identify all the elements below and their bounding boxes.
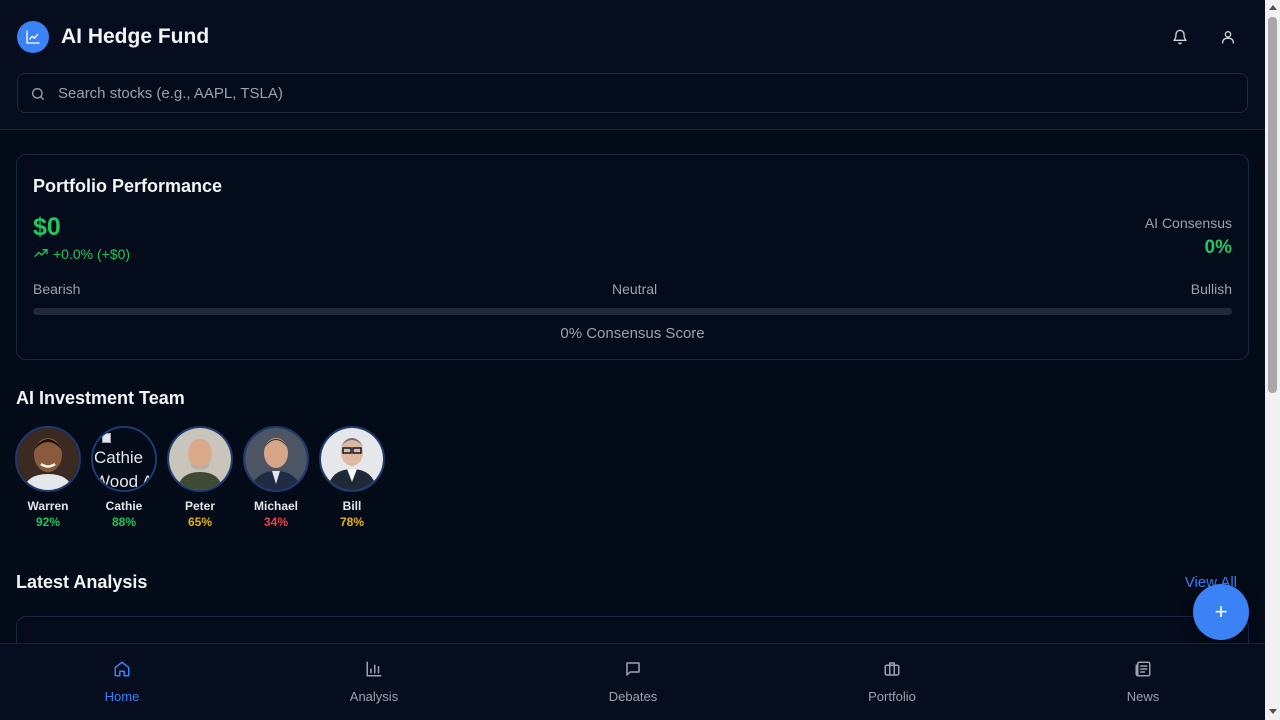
message-icon — [624, 660, 642, 678]
chart-line-icon — [17, 21, 49, 53]
avatar — [167, 426, 233, 492]
consensus-value: 0% — [1204, 237, 1232, 258]
page-scrollbar[interactable] — [1265, 0, 1280, 720]
briefcase-icon — [883, 660, 901, 678]
consensus-label: AI Consensus — [1144, 215, 1232, 231]
avatar — [15, 426, 81, 492]
member-score: 34% — [263, 515, 289, 529]
scale-bullish-label: Bullish — [1190, 281, 1232, 297]
nav-label: Home — [104, 689, 140, 704]
team-member-bill[interactable]: Bill 78% — [319, 426, 385, 529]
member-score: 92% — [35, 515, 61, 529]
scale-bearish-label: Bearish — [33, 281, 81, 297]
app-title: AI Hedge Fund — [61, 25, 210, 48]
member-score: 78% — [339, 515, 365, 529]
portfolio-change: +0.0% (+$0) — [33, 245, 130, 263]
app-header: AI Hedge Fund — [0, 0, 1265, 130]
image-alt-text: Cathie Wood A — [94, 448, 154, 491]
team-member-peter[interactable]: Peter 65% — [167, 426, 233, 529]
consensus-bar — [33, 308, 1232, 315]
search-bar — [17, 73, 1248, 113]
search-input[interactable] — [58, 74, 1238, 112]
nav-item-portfolio[interactable]: Portfolio — [832, 644, 952, 720]
portfolio-value: $0 — [33, 213, 61, 241]
nav-label: News — [1126, 689, 1160, 704]
bell-icon[interactable] — [1169, 26, 1191, 48]
portfolio-change-text: +0.0% (+$0) — [53, 246, 131, 262]
team-section-title: AI Investment Team — [16, 388, 185, 408]
trending-up-icon — [33, 245, 49, 264]
avatar — [319, 426, 385, 492]
broken-image-icon — [102, 433, 111, 443]
member-name: Peter — [184, 499, 216, 513]
member-name: Michael — [253, 499, 298, 513]
search-icon — [30, 86, 46, 102]
scrollbar-thumb[interactable] — [1268, 17, 1277, 393]
newspaper-icon — [1134, 660, 1152, 678]
team-member-michael[interactable]: Michael 34% — [243, 426, 309, 529]
member-name: Bill — [342, 499, 362, 513]
scale-neutral-label: Neutral — [612, 281, 658, 297]
user-icon[interactable] — [1217, 26, 1239, 48]
nav-label: Analysis — [349, 689, 399, 704]
nav-item-home[interactable]: Home — [62, 644, 182, 720]
nav-item-analysis[interactable]: Analysis — [314, 644, 434, 720]
team-member-warren[interactable]: Warren 92% — [15, 426, 81, 529]
nav-item-debates[interactable]: Debates — [573, 644, 693, 720]
consensus-score-text: 0% Consensus Score — [560, 325, 705, 342]
bar-chart-icon — [365, 660, 383, 678]
member-name: Cathie — [105, 499, 143, 513]
home-icon — [113, 660, 131, 678]
nav-label: Portfolio — [868, 689, 916, 704]
team-member-cathie[interactable]: Cathie Wood A Cathie 88% — [91, 426, 157, 529]
scroll-up-icon[interactable] — [1269, 5, 1277, 10]
add-button[interactable]: + — [1193, 584, 1249, 640]
avatar: Cathie Wood A — [91, 426, 157, 492]
nav-label: Debates — [608, 689, 658, 704]
bottom-nav: Home Analysis Debates Portfolio News — [0, 643, 1265, 720]
member-score: 65% — [187, 515, 213, 529]
analysis-section-title: Latest Analysis — [16, 572, 148, 592]
card-title: Portfolio Performance — [33, 176, 223, 196]
nav-item-news[interactable]: News — [1083, 644, 1203, 720]
member-name: Warren — [27, 499, 69, 513]
member-score: 88% — [111, 515, 137, 529]
avatar — [243, 426, 309, 492]
portfolio-performance-card: Portfolio Performance $0 +0.0% (+$0) AI … — [16, 154, 1249, 360]
scroll-down-icon[interactable] — [1269, 709, 1277, 714]
